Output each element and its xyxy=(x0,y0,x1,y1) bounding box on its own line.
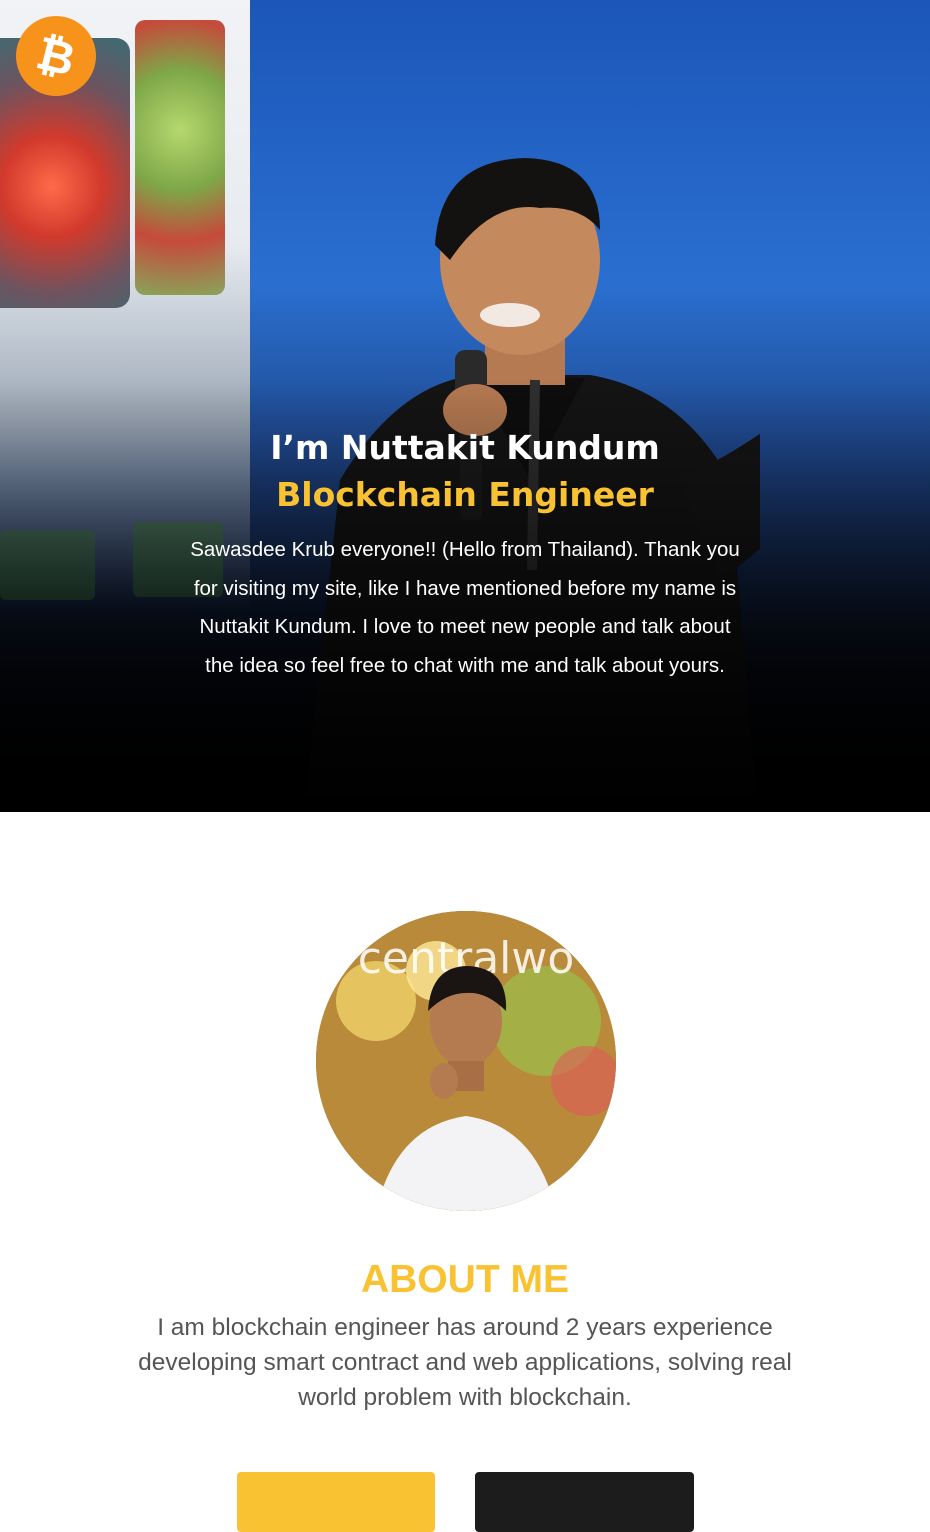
primary-button[interactable] xyxy=(237,1472,435,1532)
about-title: ABOUT ME xyxy=(361,1258,569,1301)
svg-text:₿: ₿ xyxy=(34,30,78,82)
logo[interactable]: ₿ xyxy=(16,16,96,96)
avatar: centralwo xyxy=(316,911,616,1211)
about-description: I am blockchain engineer has around 2 ye… xyxy=(138,1314,792,1411)
hero-intro: I’m Nuttakit Kundum Blockchain Engineer … xyxy=(0,425,930,685)
hero-role: Blockchain Engineer xyxy=(276,475,654,514)
hero-background-photo xyxy=(135,20,225,295)
hero-name: I’m Nuttakit Kundum xyxy=(270,428,660,467)
profile-photo: centralwo xyxy=(316,911,616,1211)
secondary-button[interactable] xyxy=(475,1472,694,1532)
hero-description: Sawasdee Krub everyone!! (Hello from Tha… xyxy=(190,538,740,677)
hero-section: ₿ I’m Nuttakit Kundum Blockchain Enginee… xyxy=(0,0,930,812)
bitcoin-icon: ₿ xyxy=(34,30,78,82)
